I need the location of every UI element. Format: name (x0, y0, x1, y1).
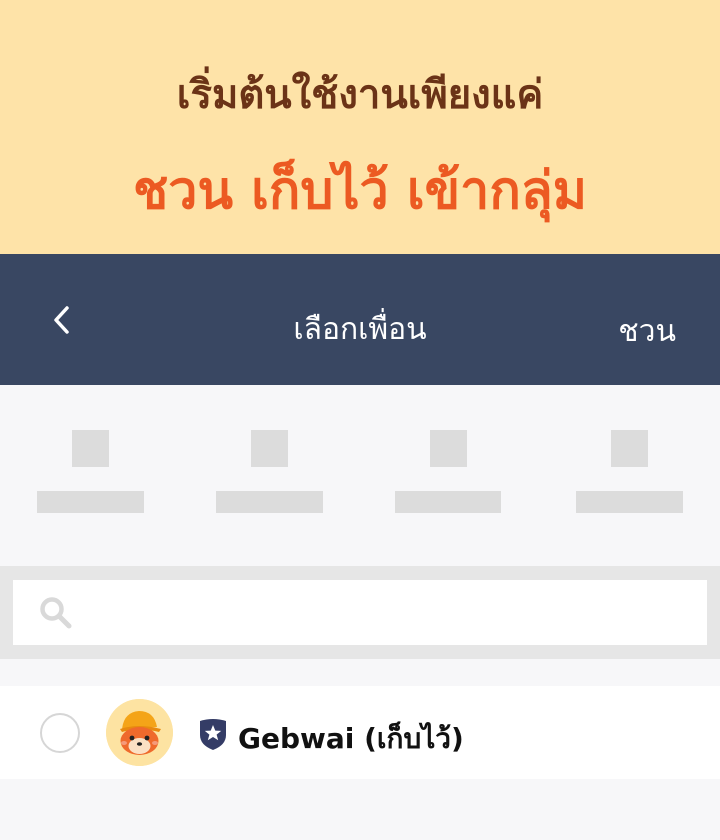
search-bar (0, 566, 720, 659)
selected-slot-label-placeholder-2 (216, 491, 323, 513)
selected-slot-placeholder-1 (72, 430, 109, 467)
selected-slot-placeholder-4 (611, 430, 648, 467)
avatar (106, 699, 173, 766)
friend-list-item[interactable]: Gebwai (เก็บไว้) (0, 686, 720, 779)
search-icon (40, 596, 72, 628)
search-input[interactable] (85, 582, 707, 643)
selected-slot-label-placeholder-3 (395, 491, 501, 513)
chevron-left-icon (54, 306, 69, 334)
promo-banner: เริ่มต้นใช้งานเพียงแค่ ชวน เก็บไว้ เข้าก… (0, 0, 720, 254)
selected-friends-area (0, 385, 720, 566)
selected-slot-label-placeholder-4 (576, 491, 683, 513)
selected-slot-label-placeholder-1 (37, 491, 144, 513)
selected-slot-placeholder-3 (430, 430, 467, 467)
navigation-bar: เลือกเพื่อน ชวน (0, 254, 720, 385)
promo-headline: เริ่มต้นใช้งานเพียงแค่ (176, 72, 544, 118)
star-shield-icon (200, 719, 226, 750)
friend-name: Gebwai (เก็บไว้) (238, 722, 464, 755)
selected-slot-placeholder-2 (251, 430, 288, 467)
invite-button[interactable]: ชวน (618, 308, 676, 355)
gebwai-avatar-icon (106, 699, 173, 766)
select-radio[interactable] (40, 713, 80, 753)
promo-actions-text: ชวน เก็บไว้ เข้ากลุ่ม (132, 161, 587, 221)
back-button[interactable] (40, 298, 84, 342)
search-field[interactable] (13, 580, 707, 645)
page-title: เลือกเพื่อน (293, 312, 427, 347)
